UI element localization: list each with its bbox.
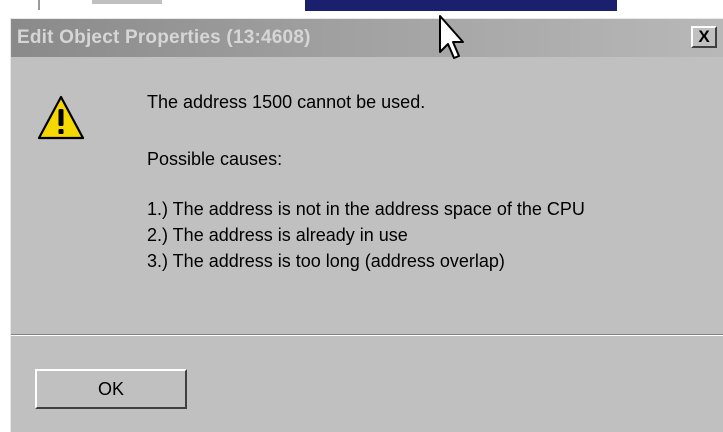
dialog-title: Edit Object Properties (13:4608) <box>17 27 311 48</box>
error-message: The address 1500 cannot be used. <box>147 92 426 112</box>
button-area-separator-highlight <box>11 335 723 336</box>
mouse-cursor-icon <box>439 15 464 59</box>
causes-heading: Possible causes: <box>147 149 283 169</box>
close-button[interactable]: X <box>691 26 717 48</box>
background-window-tab <box>92 0 162 4</box>
background-window-selection <box>305 0 617 11</box>
close-icon: X <box>698 27 710 46</box>
background-window-divider <box>38 0 40 10</box>
error-dialog: Edit Object Properties (13:4608) X The a… <box>10 18 723 432</box>
cause-item: 1.) The address is not in the address sp… <box>147 199 585 219</box>
ok-button[interactable]: OK <box>35 369 187 409</box>
cause-item: 2.) The address is already in use <box>147 225 408 245</box>
cause-item: 3.) The address is too long (address ove… <box>147 251 505 271</box>
warning-icon <box>37 95 85 140</box>
dialog-titlebar[interactable]: Edit Object Properties (13:4608) X <box>11 19 723 57</box>
